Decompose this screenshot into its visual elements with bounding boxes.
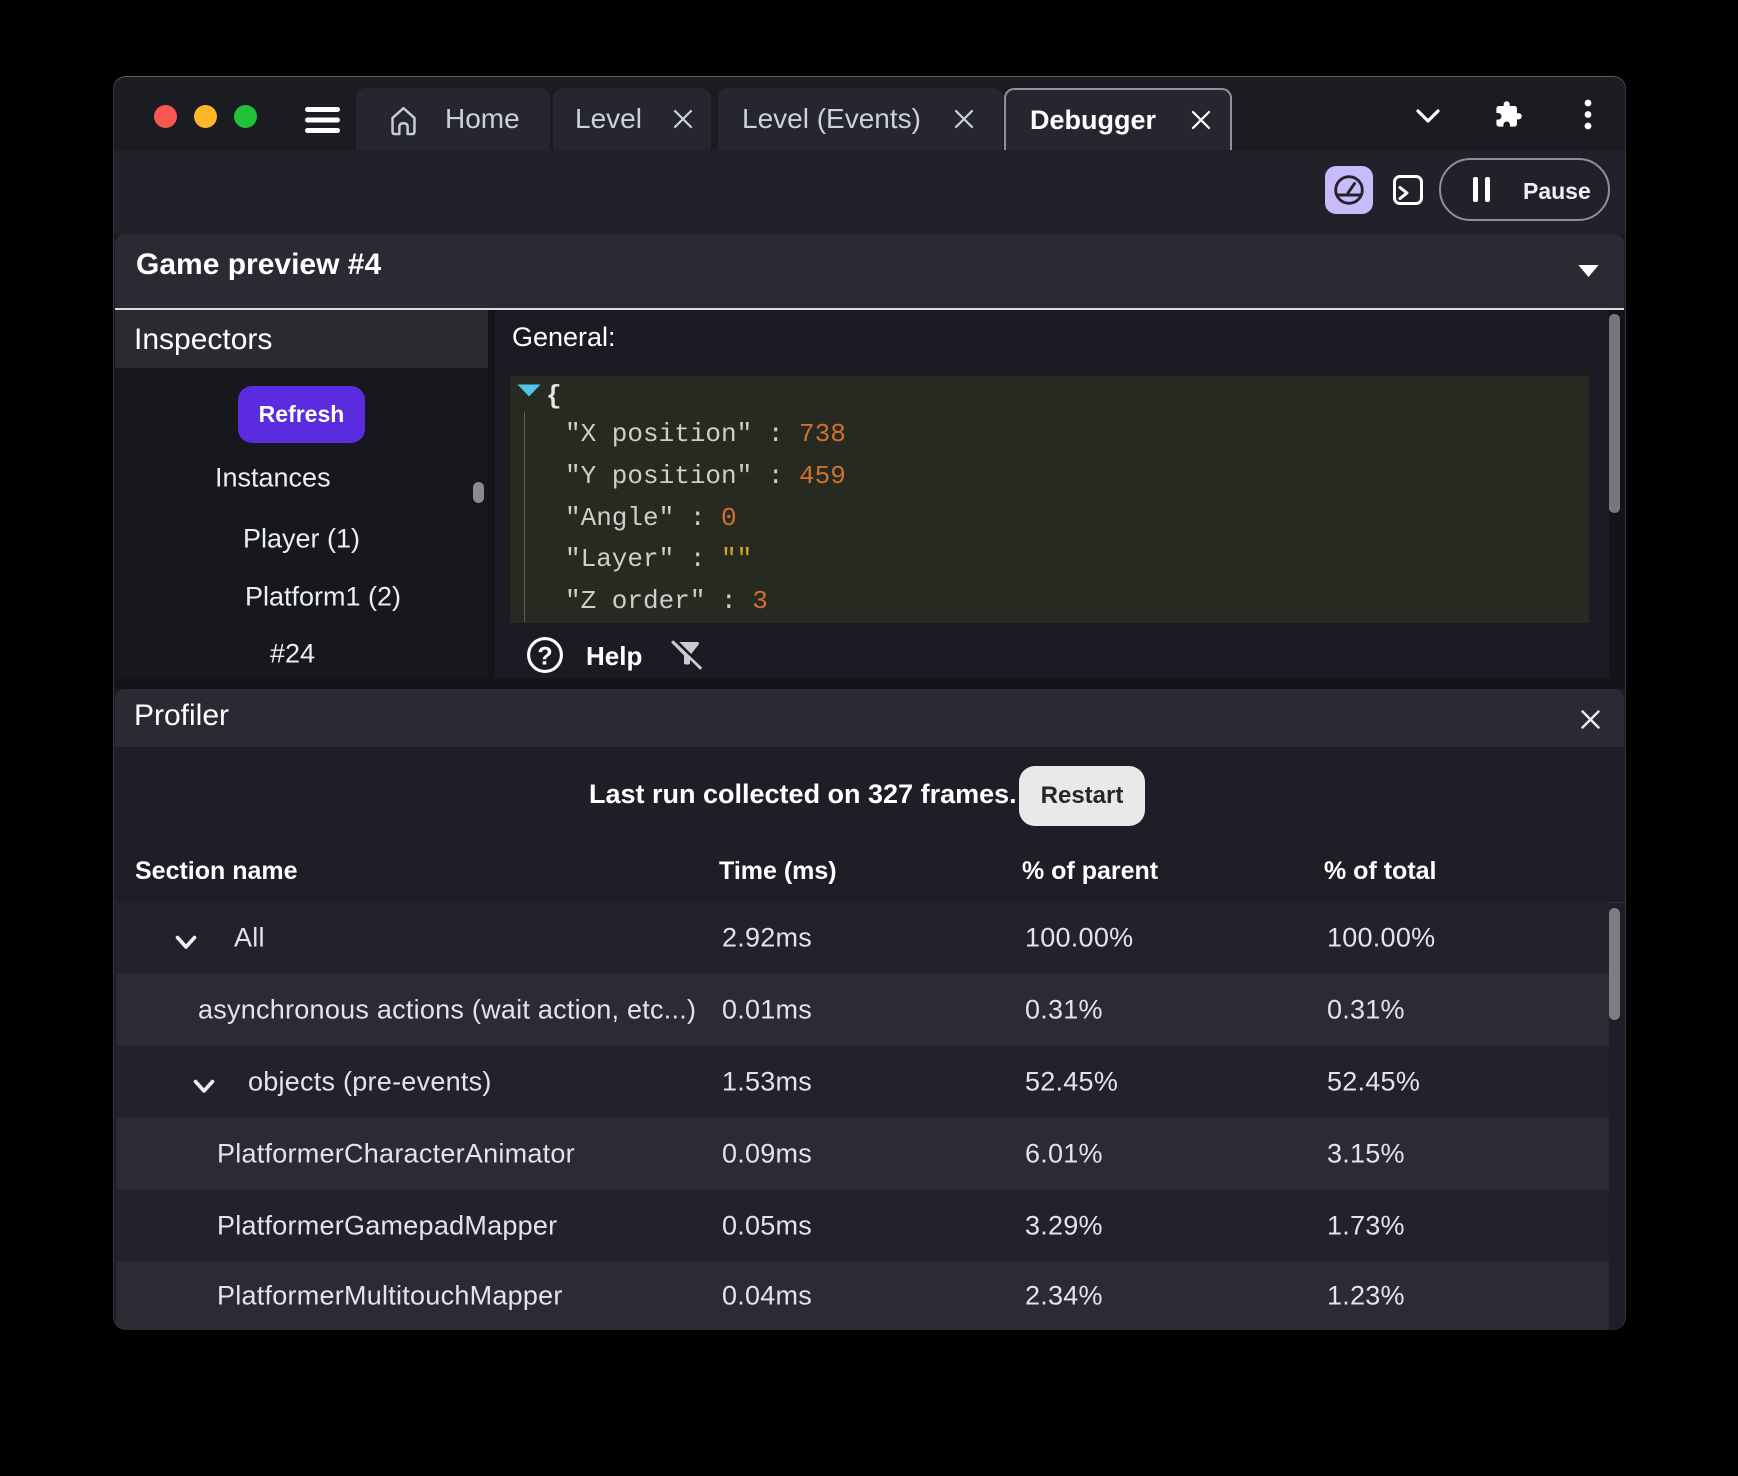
svg-text:?: ? — [537, 643, 552, 671]
